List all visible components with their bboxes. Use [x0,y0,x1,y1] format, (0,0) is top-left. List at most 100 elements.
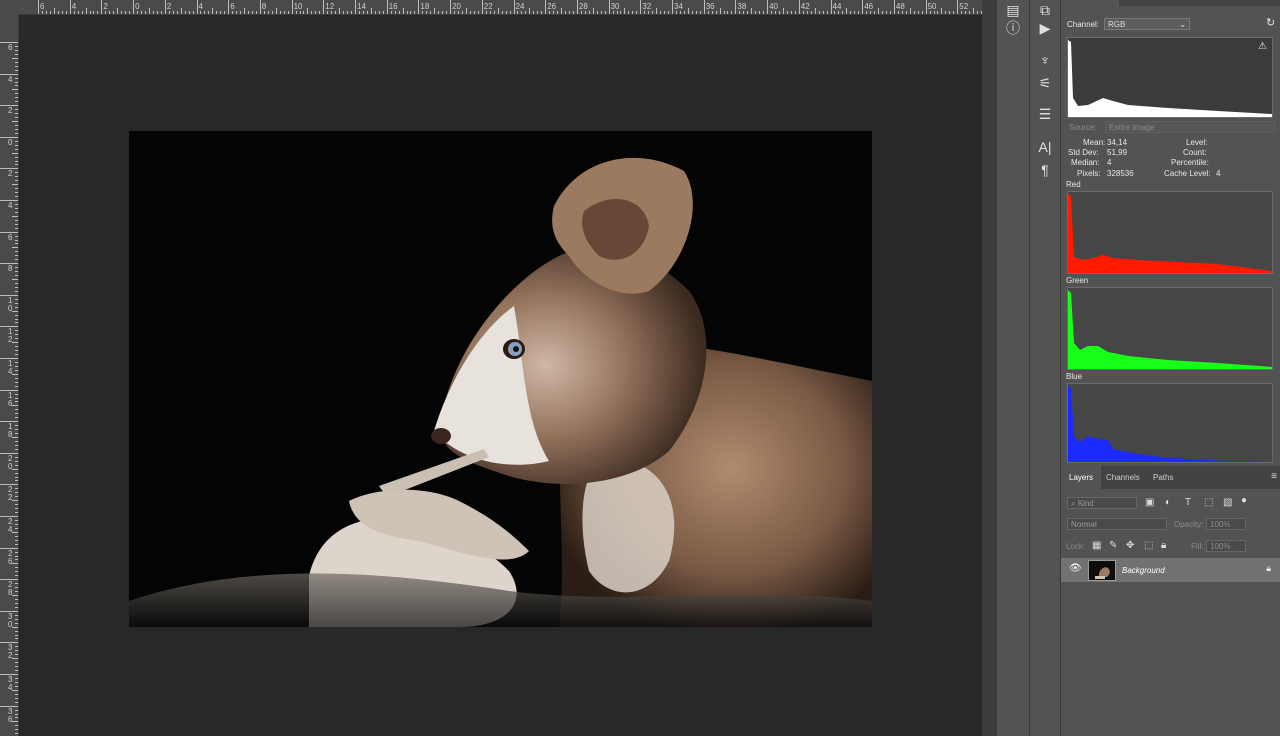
history-icon[interactable]: ⧉ [1033,0,1057,20]
histogram-red [1067,191,1273,274]
source-select[interactable]: Entire Image [1105,121,1275,133]
ruler-tick [15,429,18,431]
ruler-tick [739,11,741,14]
cache-level-value: 4 [1216,169,1221,178]
ruler-tick [0,231,18,233]
ruler-tick [228,0,230,14]
opacity-field[interactable]: 100% [1206,518,1246,530]
ruler-tick [743,11,745,14]
ruler-tick [259,0,261,14]
character-icon[interactable]: A| [1033,137,1057,157]
ruler-tick [588,11,590,14]
fill-field[interactable]: 100% [1206,540,1246,552]
ruler-tick [15,733,18,735]
ruler-tick [953,11,955,14]
ruler-tick [15,97,18,99]
ruler-tick [505,11,507,14]
ruler-top-label: 44 [832,2,842,11]
ruler-tick [15,128,18,130]
vertical-scrollbar[interactable] [982,0,996,736]
ruler-tick [830,0,832,14]
tab-layers[interactable]: Layers [1061,466,1102,489]
refresh-icon[interactable]: ↻ [1266,16,1275,29]
ruler-tick [965,11,967,14]
layer-row-background[interactable]: 👁︎ Background 🔒︎ [1061,558,1280,582]
warning-icon[interactable]: ⚠ [1258,41,1267,52]
info-icon[interactable]: ⓘ [1001,18,1025,38]
ruler-tick [291,0,293,14]
ruler-tick [885,11,887,14]
ruler-tick [15,512,18,514]
ruler-tick [545,0,547,14]
adjustments-icon[interactable]: ⚟ [1033,73,1057,93]
ruler-tick [15,290,18,292]
layer-lock-icon[interactable]: 🔒︎ [1266,563,1271,574]
mean-label: Mean: [1083,138,1106,147]
lock-artboard-icon[interactable]: ⬚ [1144,540,1153,551]
paragraph-icon[interactable]: ¶ [1033,160,1057,180]
lock-all-icon[interactable]: 🔒︎ [1161,540,1166,551]
filter-type-icon[interactable]: T [1185,497,1191,508]
tab-channels[interactable]: Channels [1098,466,1148,489]
filter-pixel-icon[interactable]: ▣ [1145,497,1154,508]
level-label: Level: [1186,138,1208,147]
filter-smartobject-icon[interactable]: ▧ [1223,497,1232,508]
ruler-tick [15,417,18,419]
ruler-tick [778,11,780,14]
ruler-tick [485,11,487,14]
brush-presets-icon[interactable]: ♆ [1033,50,1057,70]
ruler-tick [15,523,18,525]
ruler-tick [632,11,634,14]
layer-kind-filter[interactable]: ⌕ Kind [1067,497,1137,509]
ruler-tick [15,583,18,585]
layer-name: Background [1122,566,1165,575]
ruler-tick [180,8,182,14]
ruler-tick [224,11,226,14]
ruler-tick [15,192,18,194]
ruler-tick [790,11,792,14]
top-ruler[interactable]: 6 4 2 0 2 4 6 8 10 12 14 16 18 20 22 24 26 28 30 32 34 36 38 40… [0,0,982,15]
ruler-tick [15,571,18,573]
tab-histogram[interactable] [1061,0,1119,6]
ruler-tick [874,11,876,14]
ruler-left-label: 4 [8,201,13,210]
ruler-tick [735,0,737,14]
lock-label: Lock: [1066,542,1086,551]
lock-position-icon[interactable]: ✥ [1126,540,1134,551]
play-actions-icon[interactable]: ▶ [1033,18,1057,38]
ruler-tick [176,11,178,14]
tab-paths[interactable]: Paths [1145,466,1181,489]
ruler-top-label: 30 [610,2,620,11]
ruler-tick [648,11,650,14]
ruler-tick [15,65,18,67]
ruler-tick [15,124,18,126]
lock-transparency-icon[interactable]: ▦ [1092,540,1101,551]
ruler-tick [755,11,757,14]
ruler-tick [656,8,658,14]
left-ruler[interactable]: 6 4 2 0 2 4 6 8 10 12 14 16 18 20 22 24 26 28 30 32 34 36 [0,14,19,736]
ruler-tick [0,452,18,454]
layer-thumbnail-image [1095,567,1110,579]
channel-select[interactable]: RGB ⌄ [1104,18,1190,30]
histogram-rgb-graph [1068,40,1272,117]
clone-source-icon[interactable]: ☰ [1033,104,1057,124]
document-image[interactable] [129,131,872,627]
filter-toggle-icon[interactable]: ● [1241,495,1247,506]
ruler-tick [703,0,705,14]
blend-mode-select[interactable]: Normal [1067,518,1167,530]
ruler-tick [192,11,194,14]
ruler-tick [12,152,18,154]
properties-icon[interactable]: ▤ [1001,0,1025,20]
lock-image-icon[interactable]: ✎ [1109,540,1117,551]
ruler-tick [0,168,18,170]
ruler-top-label: 14 [357,2,366,11]
eye-visibility-icon[interactable]: 👁︎ [1069,563,1082,574]
filter-shape-icon[interactable]: ⬚ [1204,497,1213,508]
ruler-tick [295,11,297,14]
panel-menu-icon[interactable]: ≡ [1271,471,1277,482]
ruler-top-label: 52 [959,2,969,11]
ruler-top-label: 6 [40,2,45,11]
ruler-tick [133,0,135,14]
ruler-top-label: 0 [135,2,140,11]
filter-adjustment-icon[interactable]: ◐ [1165,497,1171,508]
